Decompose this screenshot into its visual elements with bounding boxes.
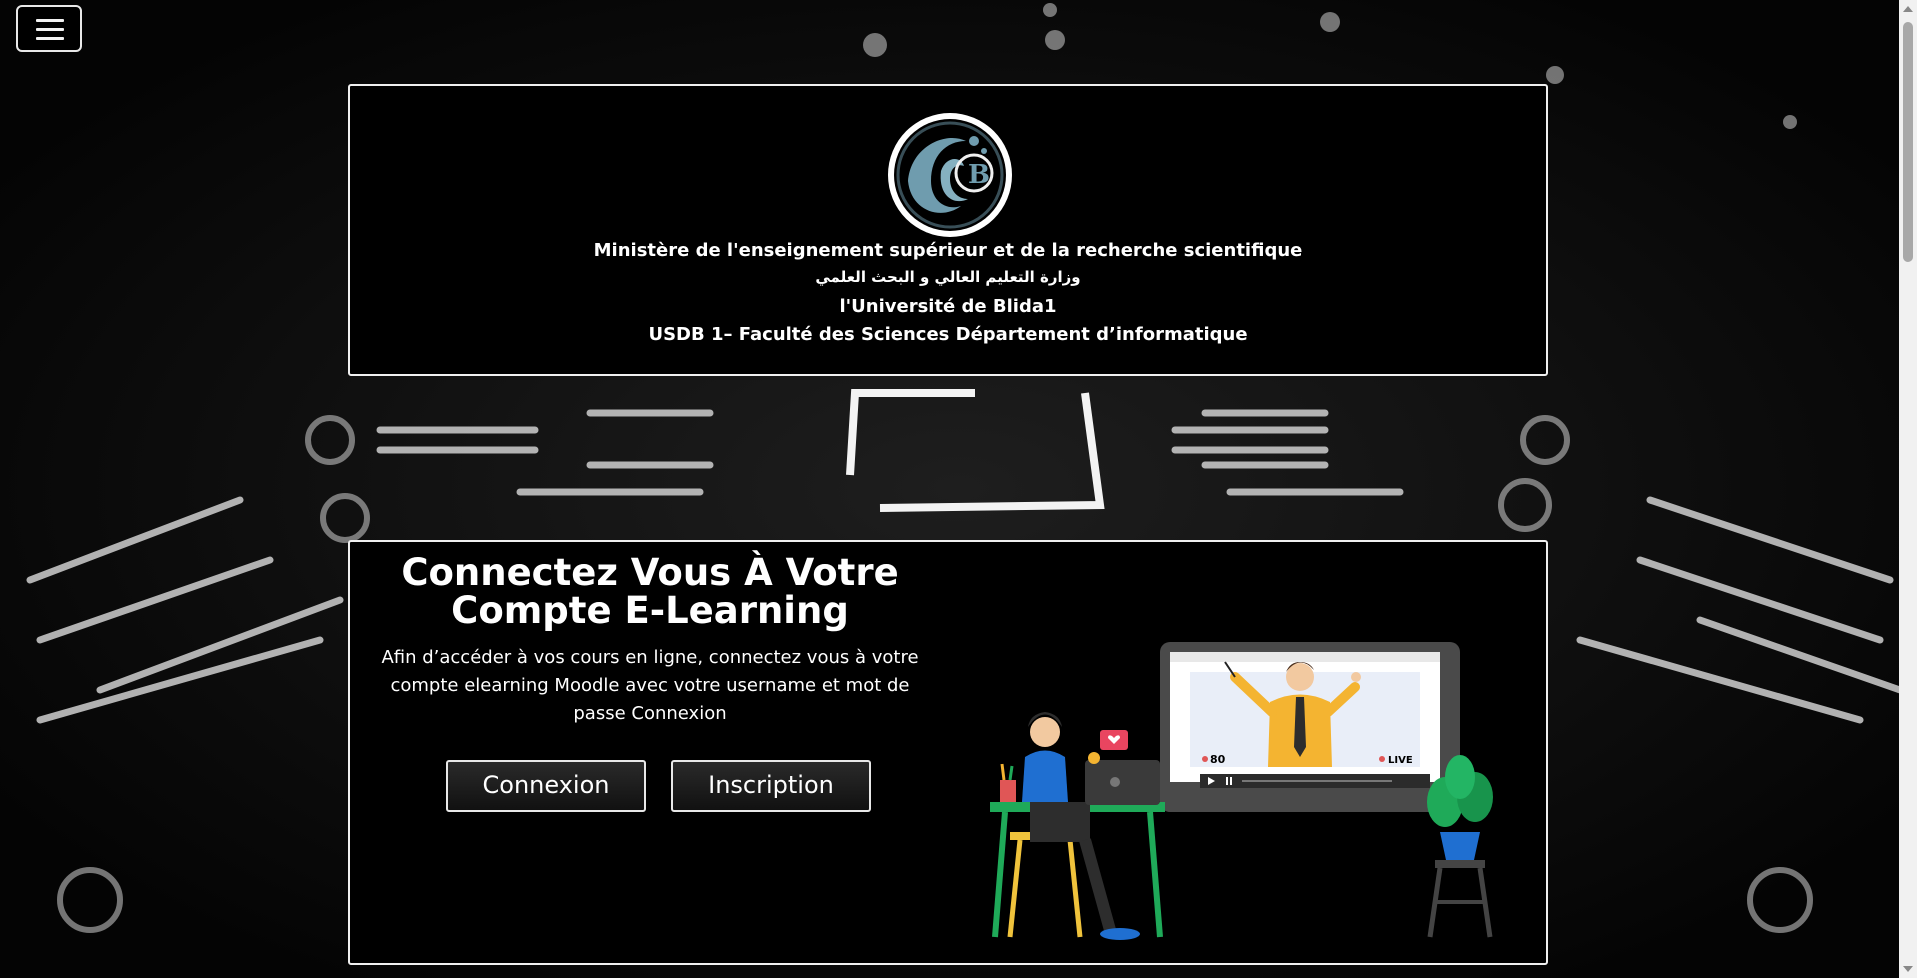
scrollbar-thumb[interactable] xyxy=(1903,22,1913,262)
ministry-name-fr: Ministère de l'enseignement supérieur et… xyxy=(593,240,1303,261)
scroll-down-arrow-icon[interactable] xyxy=(1903,966,1913,972)
scroll-up-arrow-icon[interactable] xyxy=(1903,6,1913,12)
elearning-illustration: 80 LIVE xyxy=(990,642,1493,940)
page-scrollbar[interactable] xyxy=(1899,0,1917,978)
institution-header: B Ministère de l'enseignement supérieur … xyxy=(348,84,1548,376)
login-hero-card: Connectez Vous À Votre Compte E-Learning… xyxy=(348,540,1548,965)
signup-button[interactable]: Inscription xyxy=(671,760,871,812)
hero-title-line1: Connectez Vous À Votre xyxy=(401,551,899,594)
university-logo-icon: B xyxy=(888,113,1012,237)
hero-title: Connectez Vous À Votre Compte E-Learning xyxy=(350,554,950,630)
live-badge: LIVE xyxy=(1388,755,1413,766)
hero-title-line2: Compte E-Learning xyxy=(451,589,849,632)
ministry-name-ar: وزارة التعليم العالي و البحث العلمي xyxy=(815,268,1081,286)
viewer-count: 80 xyxy=(1210,753,1226,766)
svg-text:B: B xyxy=(968,160,990,190)
university-name: l'Université de Blida1 xyxy=(839,296,1057,317)
faculty-name: USDB 1– Faculté des Sciences Département… xyxy=(648,324,1248,345)
login-button[interactable]: Connexion xyxy=(446,760,646,812)
menu-button[interactable] xyxy=(16,5,82,52)
hero-description: Afin d’accéder à vos cours en ligne, con… xyxy=(381,647,919,724)
